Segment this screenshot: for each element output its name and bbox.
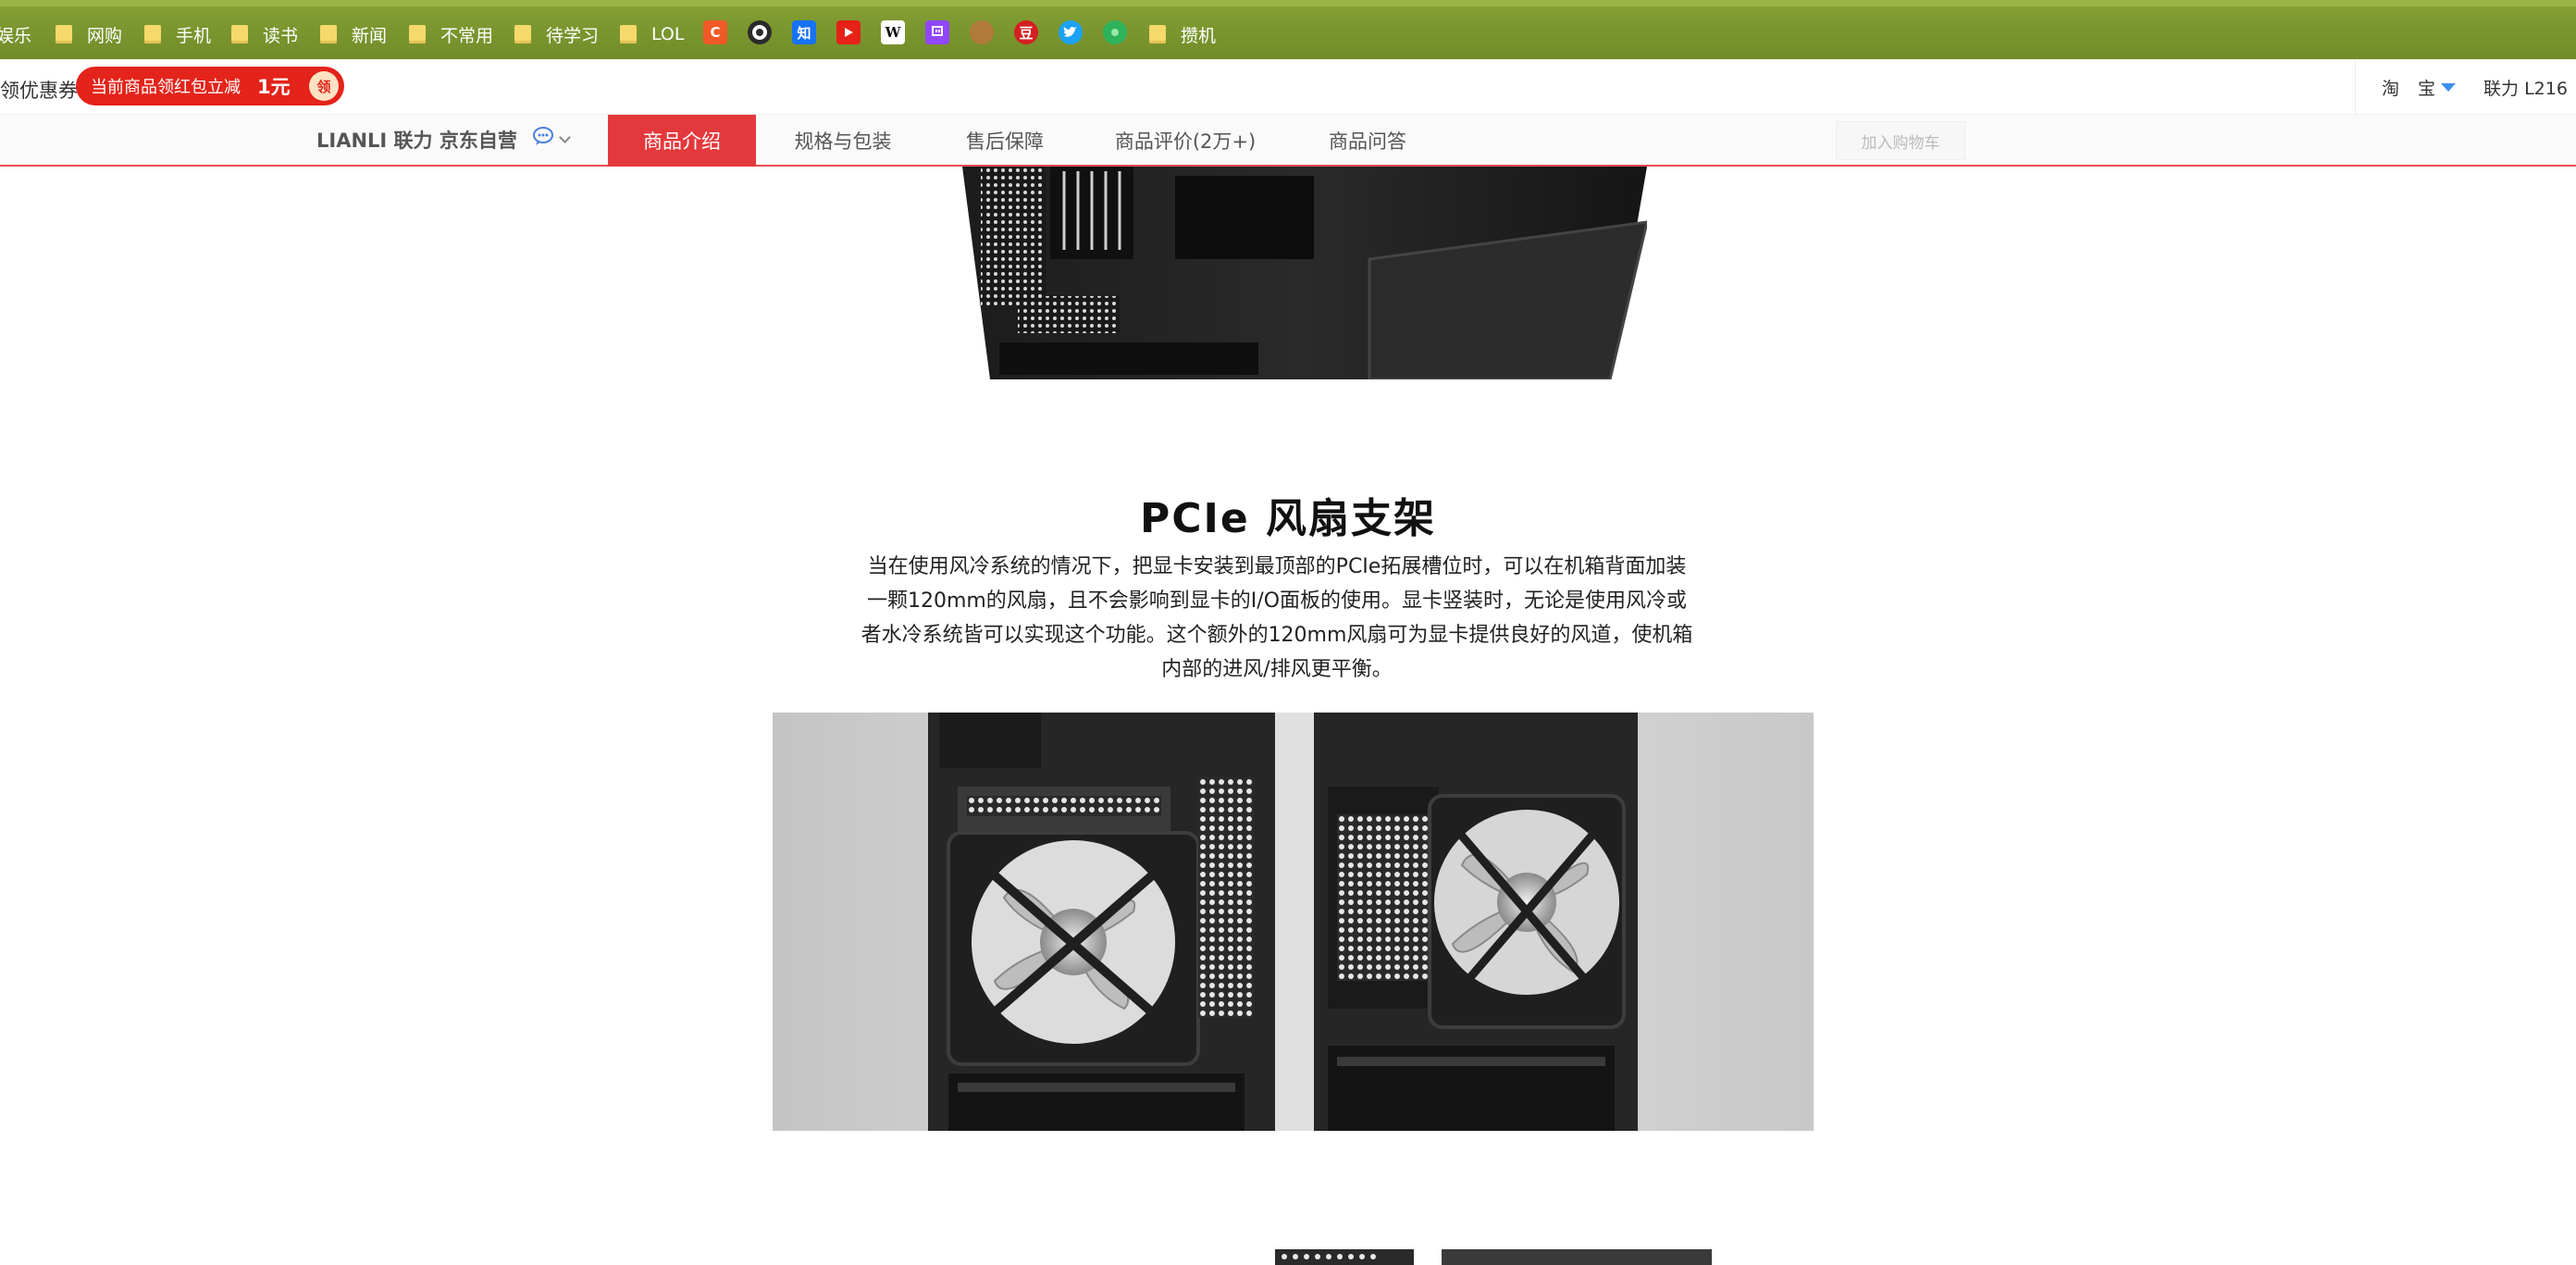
- bookmark-label: 读书: [263, 25, 299, 46]
- search-keyword-text[interactable]: 联力 L216: [2483, 75, 2568, 100]
- csdn-icon[interactable]: C: [703, 20, 727, 44]
- bookmark-pc-build[interactable]: 攒机: [1149, 20, 1216, 48]
- add-to-cart-button[interactable]: 加入购物车: [1836, 121, 1965, 160]
- folder-icon: [56, 25, 72, 43]
- github-icon[interactable]: [748, 20, 772, 44]
- section-title: PCIe 风扇支架: [1139, 495, 1437, 542]
- folder-icon: [144, 25, 161, 43]
- top-right-nav: 淘 宝 联力 L216: [2355, 59, 2568, 115]
- folder-icon: [620, 25, 637, 43]
- twitter-icon[interactable]: [1059, 20, 1083, 44]
- claim-badge: 领: [309, 71, 339, 101]
- bookmark-news[interactable]: 新闻: [320, 20, 387, 48]
- wikipedia-icon[interactable]: W: [881, 20, 905, 44]
- bookmark-shopping[interactable]: 网购: [56, 20, 122, 48]
- folder-icon: [1149, 25, 1166, 43]
- section-description: 当在使用风冷系统的情况下，把显卡安装到最顶部的PCIe拓展槽位时，可以在机箱背面…: [837, 550, 1716, 687]
- taobao-char-1[interactable]: 淘: [2382, 75, 2399, 100]
- bookmark-to-learn[interactable]: 待学习: [514, 20, 599, 48]
- chrome-store-icon[interactable]: [1103, 20, 1127, 44]
- shop-name[interactable]: LIANLI 联力 京东自营: [316, 126, 517, 154]
- folder-icon: [320, 25, 337, 43]
- tab-qa[interactable]: 商品问答: [1312, 115, 1423, 167]
- folder-icon: [514, 25, 531, 43]
- bookmarks-bar: 娱乐 网购 手机 读书 新闻 不常用 待学习 LOL C 知 W 豆 攒机: [0, 0, 2576, 59]
- twitch-icon[interactable]: [925, 20, 949, 44]
- bookmark-phone[interactable]: 手机: [144, 20, 211, 48]
- tab-product-intro[interactable]: 商品介绍: [608, 115, 756, 167]
- bookmark-label: LOL: [651, 24, 685, 44]
- bookmark-entertainment[interactable]: 娱乐: [0, 20, 31, 48]
- squirrel-icon[interactable]: [970, 20, 994, 44]
- next-product-image: [1275, 1249, 1712, 1265]
- case-interior-image: [962, 167, 1647, 379]
- chat-icon[interactable]: [531, 126, 555, 148]
- bookmark-label: 待学习: [546, 25, 600, 46]
- bookmark-lol[interactable]: LOL: [620, 20, 684, 48]
- bookmark-label: 不常用: [440, 25, 494, 46]
- folder-icon: [409, 25, 426, 43]
- description-line: 当在使用风冷系统的情况下，把显卡安装到最顶部的PCIe拓展槽位时，可以在机箱背面…: [867, 555, 1687, 578]
- coupon-bar: 领优惠券 当前商品领红包立减 1元 领 淘 宝 联力 L216: [0, 59, 2576, 115]
- tab-after-sales[interactable]: 售后保障: [940, 115, 1070, 167]
- taobao-char-2[interactable]: 宝: [2418, 75, 2435, 100]
- bookmark-reading[interactable]: 读书: [231, 20, 298, 48]
- coupon-link[interactable]: 领优惠券: [0, 76, 78, 104]
- tab-reviews[interactable]: 商品评价(2万+): [1107, 115, 1264, 167]
- window-top-edge: [0, 0, 2576, 6]
- bookmark-label: 网购: [87, 25, 123, 46]
- caret-down-icon[interactable]: [2441, 82, 2457, 92]
- coupon-text: 当前商品领红包立减: [91, 78, 241, 97]
- bookmark-label: 娱乐: [0, 25, 32, 46]
- coupon-red-packet-button[interactable]: 当前商品领红包立减 1元 领: [76, 67, 344, 105]
- tab-specs-packaging[interactable]: 规格与包装: [774, 115, 912, 167]
- description-line: 者水冷系统皆可以实现这个功能。这个额外的120mm风扇可为显卡提供良好的风道，使…: [861, 624, 1693, 647]
- coupon-amount: 1元: [257, 76, 291, 98]
- description-line: 一颗120mm的风扇，且不会影响到显卡的I/O面板的使用。显卡竖装时，无论是使用…: [866, 589, 1688, 613]
- bookmark-label: 手机: [176, 25, 212, 46]
- pcie-fan-bracket-image: [773, 713, 1814, 1131]
- bookmark-rarely-used[interactable]: 不常用: [409, 20, 493, 48]
- folder-icon: [231, 25, 248, 43]
- zhihu-icon[interactable]: 知: [792, 20, 816, 44]
- youtube-icon[interactable]: [836, 20, 861, 44]
- bookmark-label: 新闻: [352, 25, 388, 46]
- chevron-down-icon[interactable]: [559, 131, 571, 143]
- description-line: 内部的进风/排风更平衡。: [1161, 658, 1393, 681]
- bookmark-label: 攒机: [1181, 25, 1217, 46]
- product-tab-bar: LIANLI 联力 京东自营 商品介绍 规格与包装 售后保障 商品评价(2万+)…: [0, 115, 2576, 167]
- douban-icon[interactable]: 豆: [1014, 20, 1038, 44]
